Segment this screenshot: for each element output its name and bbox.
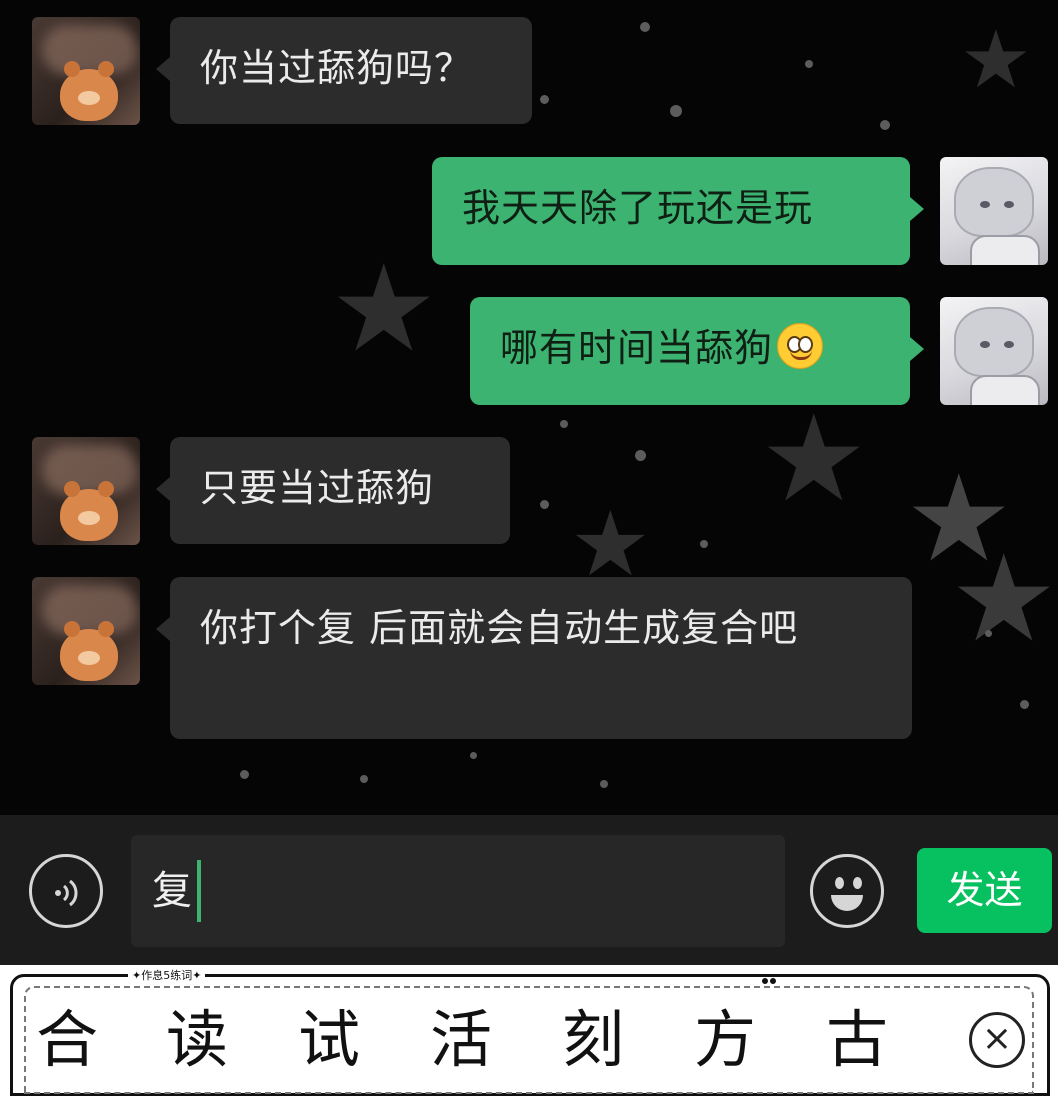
candidate-word[interactable]: 试 [298,1003,360,1077]
background-dot [985,630,992,637]
background-dot [470,752,477,759]
background-dot [1020,700,1029,709]
background-dot [805,60,813,68]
background-dot [640,22,650,32]
my-avatar[interactable] [940,157,1048,265]
message-text: 只要当过舔狗 [200,466,435,510]
keyboard-header: ✦作息5练词✦ [128,967,206,983]
message-input-value: 复 [152,868,192,914]
background-dot [360,775,368,783]
background-dot [635,450,646,461]
message-text: 你当过舔狗吗？ [200,46,474,90]
emoji-button[interactable] [810,854,884,928]
chat-area[interactable]: ★ ★ ★ ★ ★ ★ 你当过舔狗吗？ 我天天除了玩还是玩 哪有时间当舔狗 只要… [0,0,1058,815]
background-dot [700,540,708,548]
background-dot [600,780,608,788]
candidate-word[interactable]: 刻 [562,1003,624,1077]
send-button[interactable]: 发送 [917,848,1052,933]
sent-message-bubble[interactable]: 我天天除了玩还是玩 [432,157,924,265]
my-avatar[interactable] [940,297,1048,405]
candidate-word[interactable]: 方 [694,1003,756,1077]
friend-avatar[interactable] [32,577,140,685]
friend-avatar[interactable] [32,17,140,125]
background-dot [240,770,249,779]
keyboard-toggle[interactable] [762,969,778,984]
close-icon[interactable]: × [969,1012,1025,1068]
message-text: 你打个复 后面就会自动生成复合吧 [200,606,799,650]
message-input[interactable] [131,835,785,947]
message-text: 哪有时间当舔狗 [500,326,774,370]
received-message-bubble[interactable]: 只要当过舔狗 [156,437,510,544]
background-star-decoration: ★ [950,530,1058,669]
background-dot [670,105,682,117]
emoji-icon-mouth [831,895,863,911]
background-dot [880,120,890,130]
background-dot [560,420,568,428]
emoji-icon [835,877,844,889]
background-star-decoration: ★ [960,13,1032,106]
background-star-decoration: ★ [760,390,868,529]
background-star-decoration: ★ [330,240,438,379]
received-message-bubble[interactable]: 你当过舔狗吗？ [156,17,532,124]
friend-avatar[interactable] [32,437,140,545]
candidate-word[interactable]: 读 [166,1003,228,1077]
candidate-word[interactable]: 合 [36,1003,98,1077]
background-dot [540,500,549,509]
text-caret [197,860,201,922]
background-dot [540,95,549,104]
candidate-word[interactable]: 古 [826,1003,888,1077]
emoji-icon-eye [853,877,862,889]
smile-emoji-icon [777,323,824,369]
message-text: 我天天除了玩还是玩 [462,186,814,230]
sent-message-bubble[interactable]: 哪有时间当舔狗 [470,297,924,405]
voice-icon [55,879,78,907]
received-message-bubble[interactable]: 你打个复 后面就会自动生成复合吧 [156,577,912,739]
candidate-word[interactable]: 活 [430,1003,492,1077]
voice-input-button[interactable] [29,854,103,928]
